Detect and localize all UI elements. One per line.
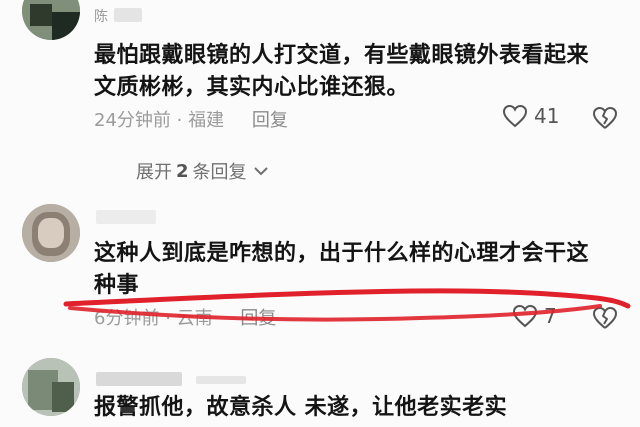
like-count: 41: [534, 104, 560, 128]
comment-time: 24分钟前: [94, 110, 171, 131]
heart-icon: [512, 304, 538, 328]
avatar[interactable]: [22, 358, 80, 416]
comment-meta: 6分钟前 · 云南 回复: [94, 308, 277, 329]
comment-location: 云南: [176, 308, 213, 329]
comment-text: 报警抓他，故意杀人 未遂，让他老实老实: [94, 392, 634, 424]
broken-heart-icon: [593, 107, 617, 129]
dislike-button[interactable]: [592, 106, 618, 134]
username[interactable]: 陈: [94, 6, 109, 26]
like-button[interactable]: 41: [502, 104, 559, 128]
comment-text-line: 种事: [94, 273, 140, 298]
expand-count: 2: [176, 160, 189, 182]
username-blur: [114, 8, 142, 22]
like-count: 7: [544, 304, 557, 328]
comment-text-line: 最怕跟戴眼镜的人打交道，有些戴眼镜外表看起来: [94, 43, 590, 68]
comment-location: 福建: [188, 110, 225, 131]
comment-text-line: 这种人到底是咋想的，出于什么样的心理才会干这: [94, 241, 590, 266]
comment-text-line: 报警抓他，故意杀人 未遂，让他老实老实: [94, 395, 508, 420]
username-blur: [96, 210, 156, 224]
expand-suffix: 条回复: [192, 162, 247, 183]
comment-text: 最怕跟戴眼镜的人打交道，有些戴眼镜外表看起来 文质彬彬，其实内心比谁还狠。: [94, 40, 634, 104]
like-button[interactable]: 7: [512, 304, 557, 328]
chevron-down-icon: [253, 167, 268, 176]
heart-icon: [502, 104, 528, 128]
username-blur: [96, 372, 182, 386]
reply-button[interactable]: 回复: [252, 110, 288, 131]
avatar[interactable]: [22, 0, 80, 40]
comment-text: 这种人到底是咋想的，出于什么样的心理才会干这 种事: [94, 238, 634, 302]
comment-meta: 24分钟前 · 福建 回复: [94, 110, 288, 131]
avatar[interactable]: [22, 204, 80, 262]
username-blur: [196, 376, 246, 384]
dislike-button[interactable]: [592, 306, 618, 334]
reply-button[interactable]: 回复: [240, 308, 276, 329]
comment-text-line: 文质彬彬，其实内心比谁还狠。: [94, 75, 410, 100]
broken-heart-icon: [593, 307, 617, 329]
comment-time: 6分钟前: [94, 308, 160, 329]
expand-replies-button[interactable]: 展开 2 条回复: [136, 158, 271, 184]
expand-prefix: 展开: [136, 162, 172, 183]
